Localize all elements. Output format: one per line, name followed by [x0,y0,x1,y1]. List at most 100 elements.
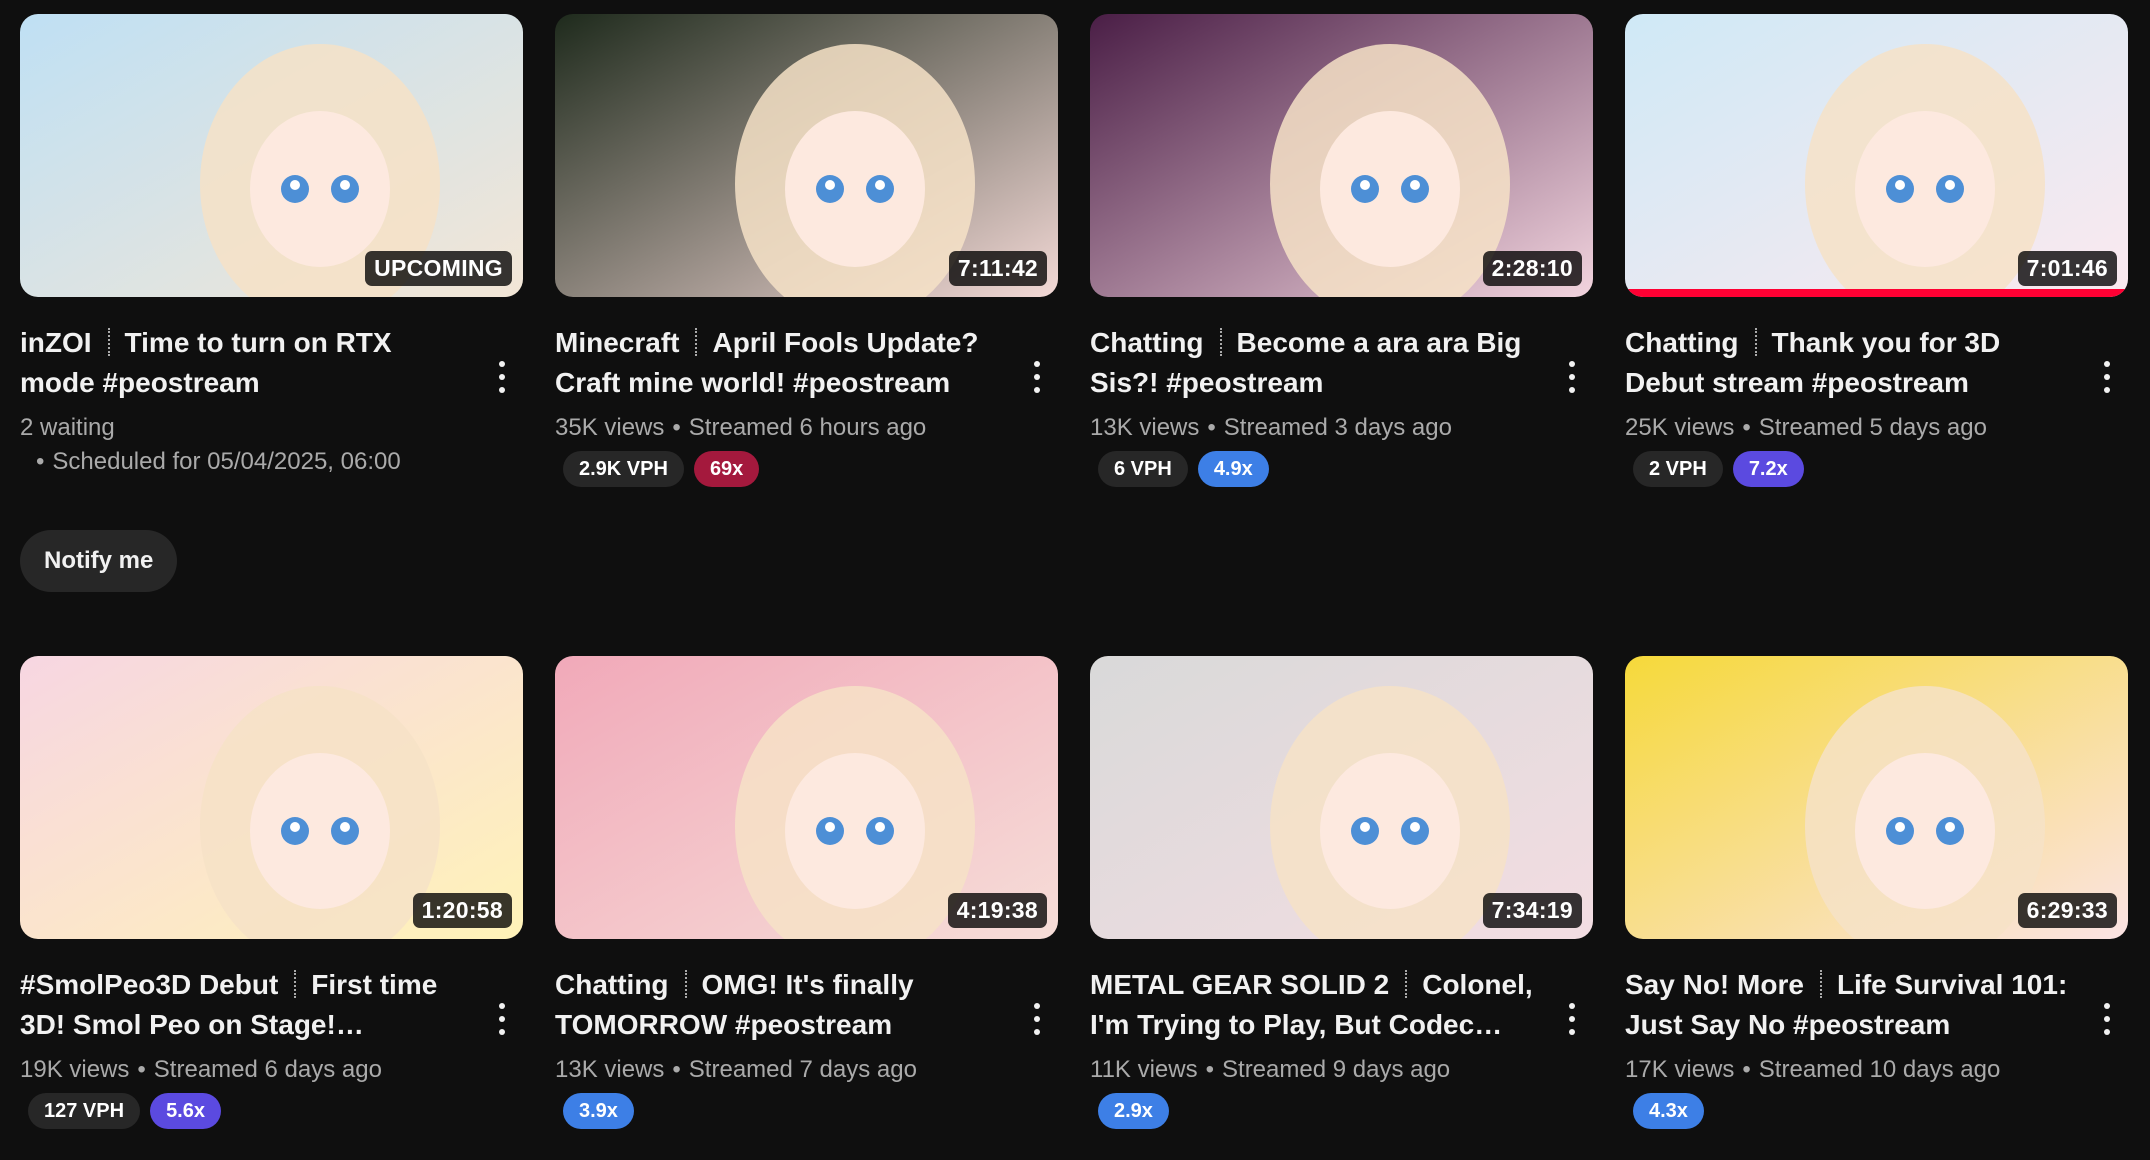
vph-badge: 2 VPH [1633,451,1723,487]
video-title[interactable]: #SmolPeo3D Debut First time 3D! Smol Peo … [20,965,473,1045]
stats-badges: 2.9x [1090,1093,1543,1129]
vph-badge: 127 VPH [28,1093,141,1129]
video-grid-row-1: UPCOMING inZOI Time to turn on RTX mode #… [20,14,2128,592]
video-title[interactable]: Chatting Thank you for 3D Debut stream #p… [1625,323,2078,403]
title-separator [1405,970,1408,998]
video-meta: 17K views • Streamed 10 days ago [1625,1056,2001,1083]
video-meta: 35K views • Streamed 6 hours ago [555,414,927,441]
video-thumbnail[interactable]: 6:29:33 [1625,656,2128,939]
stats-badges: 2.9K VPH 69x [555,451,1008,487]
more-actions-icon[interactable] [1022,357,1052,397]
video-title[interactable]: inZOI Time to turn on RTX mode #peostream [20,323,473,403]
stream-date: Streamed 7 days ago [688,1056,917,1083]
title-separator [294,970,297,998]
duration-badge: 2:28:10 [1482,251,1582,286]
stream-date: Streamed 3 days ago [1223,414,1452,441]
video-card[interactable]: 6:29:33 Say No! More Life Survival 101: J… [1625,656,2128,1129]
stream-date: Streamed 5 days ago [1758,414,1987,441]
video-card[interactable]: UPCOMING inZOI Time to turn on RTX mode #… [20,14,523,592]
multiplier-badge: 69x [693,451,760,487]
video-thumbnail[interactable]: 2:28:10 [1090,14,1593,297]
video-title[interactable]: Chatting OMG! It's finally TOMORROW #peos… [555,965,1008,1045]
multiplier-badge: 5.6x [150,1093,221,1129]
video-info: Chatting Thank you for 3D Debut stream #p… [1625,323,2128,487]
stream-date: Streamed 10 days ago [1758,1056,2001,1083]
view-count: 11K views [1090,1056,1198,1083]
video-card[interactable]: 1:20:58 #SmolPeo3D Debut First time 3D! S… [20,656,523,1129]
video-card[interactable]: 4:19:38 Chatting OMG! It's finally TOMORR… [555,656,1058,1129]
stream-date: Streamed 6 days ago [153,1056,382,1083]
title-separator [1754,328,1758,356]
multiplier-badge: 3.9x [563,1093,634,1129]
video-thumbnail[interactable]: 1:20:58 [20,656,523,939]
video-title[interactable]: Say No! More Life Survival 101: Just Say … [1625,965,2078,1045]
video-meta: 25K views • Streamed 5 days ago [1625,414,1987,441]
more-actions-icon[interactable] [1557,999,1587,1039]
title-separator [1219,328,1223,356]
more-actions-icon[interactable] [1022,999,1052,1039]
waiting-count: 2 waiting [20,414,115,441]
duration-badge: 1:20:58 [412,893,512,928]
video-info: Chatting Become a ara ara Big Sis?! #peos… [1090,323,1593,487]
video-thumbnail[interactable]: 7:34:19 [1090,656,1593,939]
video-info: Minecraft April Fools Update? Craft mine … [555,323,1058,487]
video-title[interactable]: Chatting Become a ara ara Big Sis?! #peos… [1090,323,1543,403]
view-count: 35K views [555,414,665,441]
view-count: 13K views [555,1056,665,1083]
video-card[interactable]: 7:11:42 Minecraft April Fools Update? Cra… [555,14,1058,487]
vph-badge: 2.9K VPH [563,451,684,487]
video-card[interactable]: 7:01:46 Chatting Thank you for 3D Debut s… [1625,14,2128,487]
video-info: Say No! More Life Survival 101: Just Say … [1625,965,2128,1129]
view-count: 17K views [1625,1056,1735,1083]
more-actions-icon[interactable] [2092,357,2122,397]
view-count: 13K views [1090,414,1200,441]
duration-badge: 6:29:33 [2017,893,2117,928]
multiplier-badge: 2.9x [1098,1093,1169,1129]
video-info: Chatting OMG! It's finally TOMORROW #peos… [555,965,1058,1129]
video-info: #SmolPeo3D Debut First time 3D! Smol Peo … [20,965,523,1129]
vph-badge: 6 VPH [1098,451,1188,487]
stream-date: Streamed 6 hours ago [688,414,927,441]
multiplier-badge: 7.2x [1732,451,1804,487]
stats-badges: 127 VPH 5.6x [20,1093,473,1129]
stats-badges: 4.3x [1625,1093,2078,1129]
video-info: METAL GEAR SOLID 2 Colonel, I'm Trying to… [1090,965,1593,1129]
video-card[interactable]: 7:34:19 METAL GEAR SOLID 2 Colonel, I'm T… [1090,656,1593,1129]
video-meta: 19K views • Streamed 6 days ago [20,1056,382,1083]
video-thumbnail[interactable]: UPCOMING [20,14,523,297]
duration-badge: 4:19:38 [947,893,1047,928]
video-thumbnail[interactable]: 7:01:46 [1625,14,2128,297]
title-separator [684,970,688,998]
video-grid-row-2: 1:20:58 #SmolPeo3D Debut First time 3D! S… [20,656,2128,1129]
video-title[interactable]: METAL GEAR SOLID 2 Colonel, I'm Trying to… [1090,965,1543,1045]
multiplier-badge: 4.3x [1633,1093,1704,1129]
video-thumbnail[interactable]: 7:11:42 [555,14,1058,297]
video-title[interactable]: Minecraft April Fools Update? Craft mine … [555,323,1008,403]
more-actions-icon[interactable] [1557,357,1587,397]
stream-date: Streamed 9 days ago [1222,1056,1451,1083]
notify-me-button[interactable]: Notify me [20,530,178,592]
scheduled-time: • Scheduled for 05/04/2025, 06:00 [36,448,401,475]
video-card[interactable]: 2:28:10 Chatting Become a ara ara Big Sis… [1090,14,1593,487]
duration-badge: 7:34:19 [1482,893,1582,928]
title-separator [695,328,698,356]
more-actions-icon[interactable] [2092,999,2122,1039]
video-meta: 13K views • Streamed 3 days ago [1090,414,1452,441]
multiplier-badge: 4.9x [1197,451,1269,487]
title-separator [107,328,111,356]
view-count: 25K views [1625,414,1735,441]
watch-progress-bar [1625,289,2128,297]
video-meta: 13K views • Streamed 7 days ago [555,1056,917,1083]
view-count: 19K views [20,1056,130,1083]
video-meta: 2 waiting • Scheduled for 05/04/2025, 06:… [20,411,473,479]
stats-badges: 2 VPH 7.2x [1625,451,2078,487]
video-thumbnail[interactable]: 4:19:38 [555,656,1058,939]
video-info: inZOI Time to turn on RTX mode #peostream… [20,323,523,479]
duration-badge: UPCOMING [365,251,512,286]
more-actions-icon[interactable] [487,357,517,397]
duration-badge: 7:01:46 [2017,251,2117,286]
more-actions-icon[interactable] [487,999,517,1039]
title-separator [1819,970,1823,998]
stats-badges: 6 VPH 4.9x [1090,451,1543,487]
duration-badge: 7:11:42 [948,251,1047,286]
